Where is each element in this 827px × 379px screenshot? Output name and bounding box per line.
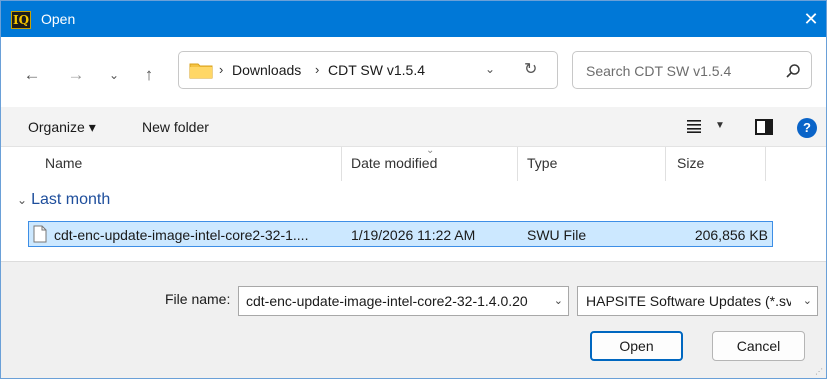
forward-arrow-icon[interactable]: → bbox=[65, 64, 87, 86]
resize-grip-icon[interactable]: ⋰ bbox=[815, 367, 823, 376]
address-dropdown-chevron-icon[interactable]: ⌄ bbox=[485, 62, 495, 76]
column-header-name[interactable]: Name bbox=[45, 155, 82, 171]
file-name-input[interactable]: cdt-enc-update-image-intel-core2-32-1.4.… bbox=[246, 293, 546, 309]
file-row-selected[interactable]: cdt-enc-update-image-intel-core2-32-1...… bbox=[28, 221, 773, 247]
group-header-last-month[interactable]: ⌄ Last month bbox=[17, 191, 110, 209]
file-type-filter-value: HAPSITE Software Updates (*.sv bbox=[586, 293, 791, 309]
organize-menu-button[interactable]: Organize ▾ bbox=[28, 119, 96, 136]
group-collapse-chevron-icon[interactable]: ⌄ bbox=[17, 193, 27, 207]
file-date-cell: 1/19/2026 11:22 AM bbox=[351, 227, 476, 243]
search-box[interactable]: Search CDT SW v1.5.4 bbox=[572, 51, 812, 89]
file-list: ⌄ Name Date modified Type Size ⌄ Last mon… bbox=[1, 145, 826, 261]
breadcrumb-separator: › bbox=[315, 62, 320, 77]
file-size-cell: 206,856 KB bbox=[694, 227, 768, 243]
command-bar: Organize ▾ New folder ▼ ? bbox=[1, 107, 826, 147]
address-bar[interactable]: › Downloads › CDT SW v1.5.4 ⌄ ↻ bbox=[178, 51, 558, 89]
back-arrow-icon[interactable]: ← bbox=[21, 64, 43, 86]
search-icon bbox=[786, 64, 800, 78]
breadcrumb-current-folder[interactable]: CDT SW v1.5.4 bbox=[328, 62, 425, 78]
view-options-icon[interactable] bbox=[687, 119, 701, 133]
help-icon[interactable]: ? bbox=[797, 118, 817, 138]
file-name-label: File name: bbox=[165, 291, 231, 307]
column-header-type[interactable]: Type bbox=[527, 155, 557, 171]
navigation-bar: ← → ⌄ ↑ › Downloads › CDT SW v1.5.4 ⌄ ↻ … bbox=[1, 37, 826, 107]
close-icon[interactable]: ✕ bbox=[796, 1, 826, 37]
file-name-dropdown-chevron-icon[interactable]: ⌄ bbox=[554, 294, 563, 307]
up-arrow-icon[interactable]: ↑ bbox=[138, 64, 160, 86]
breadcrumb-downloads[interactable]: Downloads bbox=[232, 62, 301, 78]
breadcrumb-separator: › bbox=[219, 62, 224, 77]
file-type-cell: SWU File bbox=[527, 227, 587, 243]
file-type-filter-select[interactable]: HAPSITE Software Updates (*.sv ⌄ bbox=[577, 286, 818, 316]
file-name-cell: cdt-enc-update-image-intel-core2-32-1...… bbox=[54, 227, 309, 243]
column-header-size[interactable]: Size bbox=[677, 155, 704, 171]
open-dialog: IQ Open ✕ ← → ⌄ ↑ › Downloads › CDT SW v… bbox=[0, 0, 827, 379]
column-divider[interactable] bbox=[517, 147, 518, 181]
group-label: Last month bbox=[31, 191, 111, 208]
file-type-dropdown-chevron-icon[interactable]: ⌄ bbox=[803, 294, 812, 307]
cancel-button[interactable]: Cancel bbox=[712, 331, 805, 361]
refresh-icon[interactable]: ↻ bbox=[524, 59, 537, 79]
recent-locations-chevron-icon[interactable]: ⌄ bbox=[103, 64, 125, 86]
column-divider[interactable] bbox=[665, 147, 666, 181]
title-bar: IQ Open ✕ bbox=[1, 1, 826, 37]
window-title: Open bbox=[41, 11, 76, 27]
open-button[interactable]: Open bbox=[590, 331, 683, 361]
file-icon bbox=[33, 225, 47, 243]
new-folder-button[interactable]: New folder bbox=[142, 119, 209, 135]
view-options-caret-icon[interactable]: ▼ bbox=[715, 120, 725, 131]
column-divider[interactable] bbox=[765, 147, 766, 181]
search-placeholder: Search CDT SW v1.5.4 bbox=[586, 63, 732, 79]
folder-icon bbox=[189, 63, 213, 79]
column-divider[interactable] bbox=[341, 147, 342, 181]
dialog-footer: File name: cdt-enc-update-image-intel-co… bbox=[1, 261, 826, 378]
app-logo-icon: IQ bbox=[11, 11, 31, 29]
column-header-date-modified[interactable]: Date modified bbox=[351, 155, 437, 171]
file-name-combobox[interactable]: cdt-enc-update-image-intel-core2-32-1.4.… bbox=[238, 286, 569, 316]
preview-pane-icon[interactable] bbox=[755, 119, 773, 135]
